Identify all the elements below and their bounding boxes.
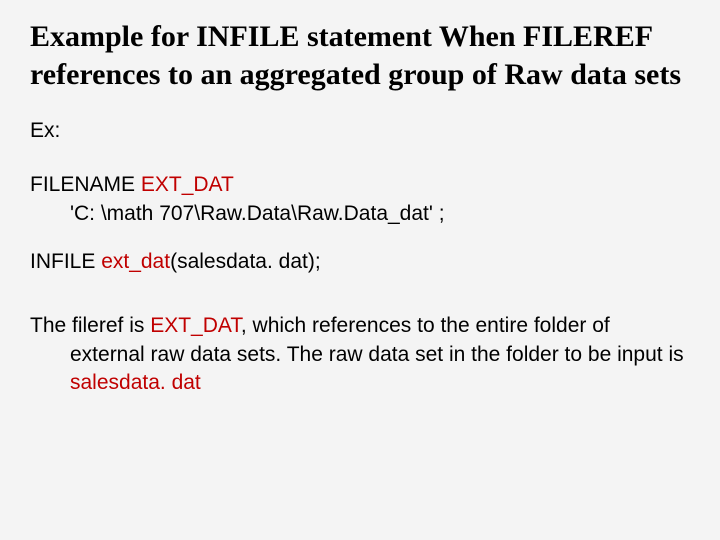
filename-path: 'C: \math 707\Raw.Data\Raw.Data_dat' ;: [30, 200, 690, 228]
slide: Example for INFILE statement When FILERE…: [0, 0, 720, 540]
filename-keyword: FILENAME: [30, 173, 141, 196]
explain-text-1: The fileref is: [30, 314, 150, 337]
code-filename-line: FILENAME EXT_DAT 'C: \math 707\Raw.Data\…: [30, 171, 690, 228]
explanation: The fileref is EXT_DAT, which references…: [30, 312, 690, 397]
infile-keyword: INFILE: [30, 250, 101, 273]
slide-title: Example for INFILE statement When FILERE…: [30, 18, 690, 93]
explain-ref-1: EXT_DAT: [150, 314, 241, 337]
explain-ref-2: salesdata. dat: [70, 371, 201, 394]
filename-ref: EXT_DAT: [141, 173, 234, 196]
infile-arg: (salesdata. dat);: [170, 250, 321, 273]
example-label: Ex:: [30, 117, 690, 145]
code-infile-line: INFILE ext_dat(salesdata. dat);: [30, 248, 690, 276]
infile-ref: ext_dat: [101, 250, 170, 273]
